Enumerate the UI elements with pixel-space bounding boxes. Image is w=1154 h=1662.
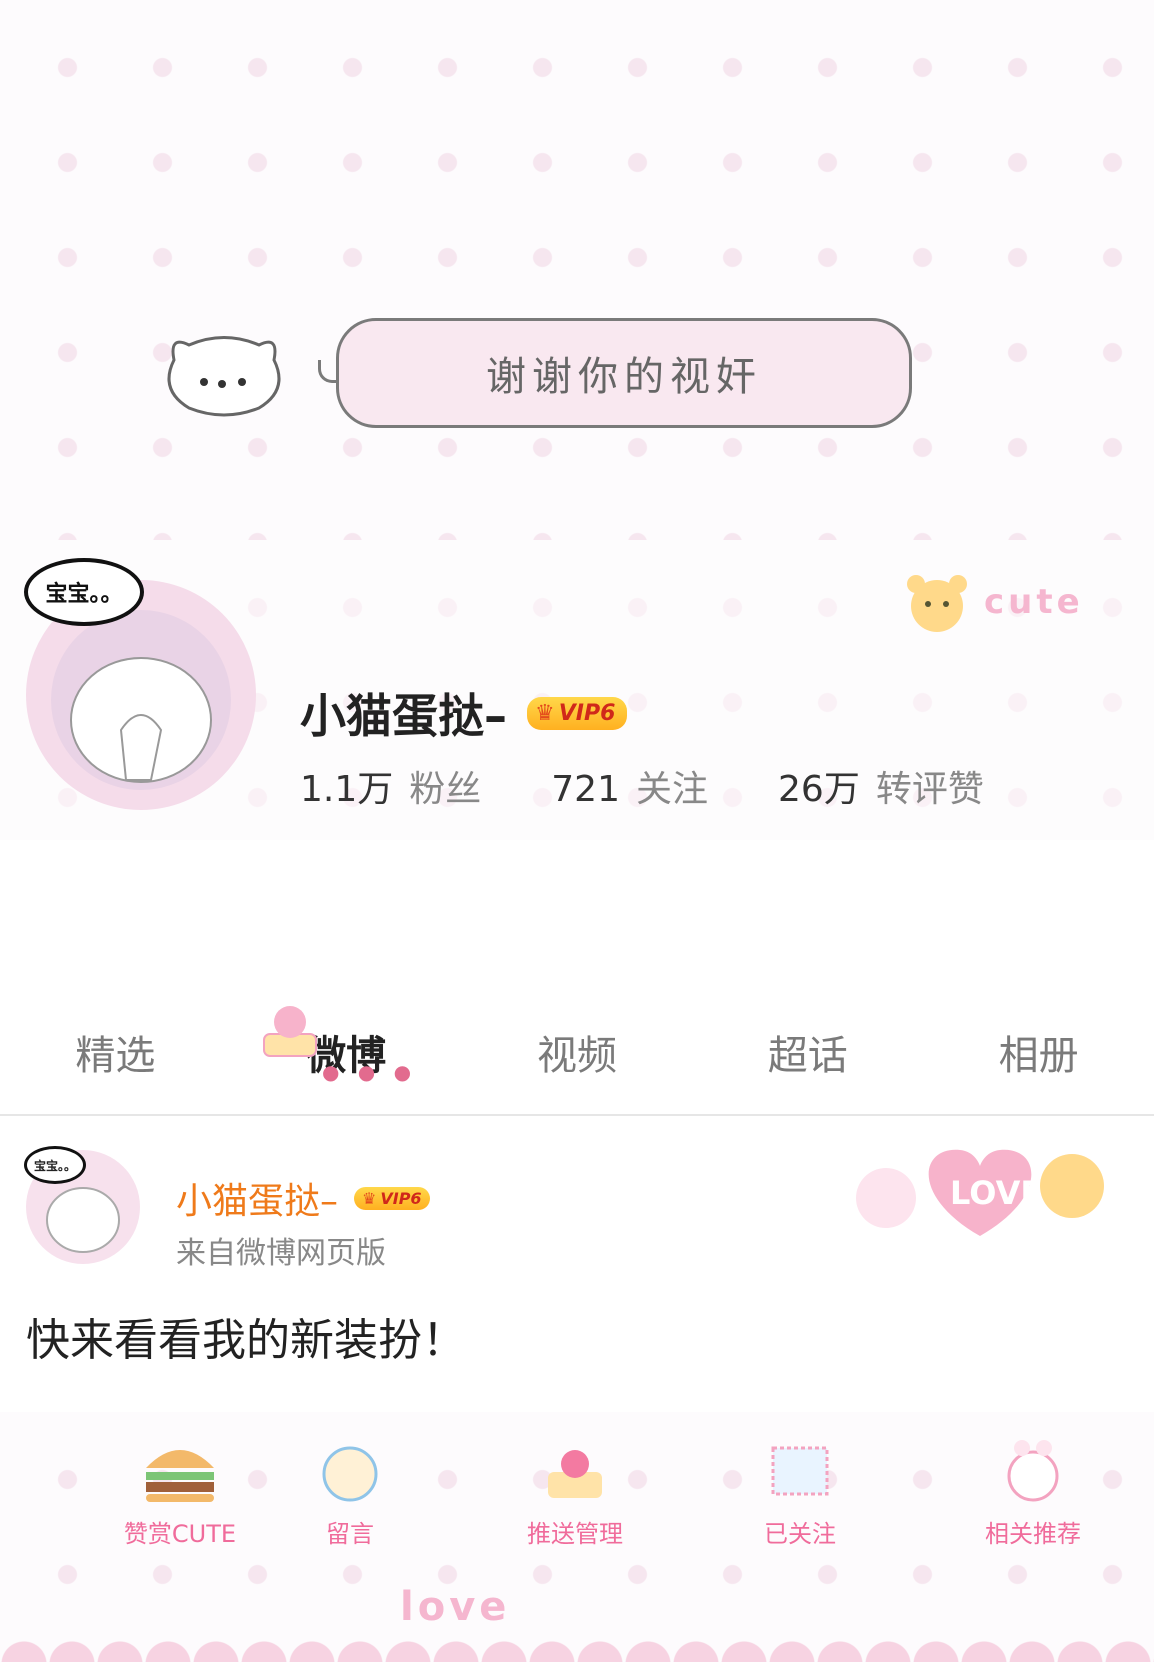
stat-followers-label: 粉丝 (409, 769, 482, 810)
love-decoration-text: love (400, 1584, 511, 1630)
crown-icon: ♛ (362, 1188, 377, 1208)
profile-tabs: 精选 微博 视频 超话 相册 (0, 990, 1154, 1116)
comment-button-label: 留言 (326, 1520, 374, 1548)
stat-followers-value: 1.1万 (300, 769, 394, 810)
post-avatar-speech-bubble: 宝宝。。 (24, 1146, 86, 1184)
stat-following-value: 721 (551, 769, 620, 810)
following-button[interactable]: 已关注 (740, 1436, 860, 1549)
profile-stats: 1.1万 粉丝 721 关注 26万 转评赞 (300, 760, 984, 812)
cute-sticker: cute (900, 570, 1084, 634)
burger-icon (146, 1450, 214, 1502)
stat-interactions-label: 转评赞 (875, 769, 984, 810)
post-author-row: 小猫蛋挞– ♛ VIP6 (176, 1172, 430, 1224)
avatar-speech-bubble: 宝宝。。 (24, 558, 144, 626)
stat-interactions[interactable]: 26万 转评赞 (778, 760, 984, 812)
post-vip-badge[interactable]: ♛ VIP6 (354, 1186, 430, 1210)
cake-icon (263, 1006, 317, 1057)
love-sticker: LOVE (850, 1136, 1110, 1250)
reward-button[interactable]: 赞赏CUTE (80, 1436, 280, 1549)
stamp-icon (771, 1446, 829, 1496)
bear-sticker-icon (907, 575, 967, 632)
cat-head-illustration (167, 336, 281, 417)
stat-followers[interactable]: 1.1万 粉丝 (300, 760, 481, 812)
bunny-icon (1007, 1440, 1059, 1502)
cute-sticker-text: cute (984, 582, 1084, 622)
cover-image (0, 0, 1154, 560)
following-button-label: 已关注 (764, 1520, 836, 1548)
profile-username: 小猫蛋挞– (300, 689, 507, 743)
love-sticker-text: LOVE (950, 1174, 1042, 1212)
comment-button[interactable]: 留言 (290, 1436, 410, 1549)
reward-button-label: 赞赏CUTE (123, 1520, 237, 1548)
tab-supertopic[interactable]: 超话 (692, 990, 923, 1114)
love-heart-icon: LOVE (856, 1149, 1104, 1236)
post-author[interactable]: 小猫蛋挞– (176, 1172, 338, 1224)
stat-following-label: 关注 (636, 769, 709, 810)
tab-album[interactable]: 相册 (923, 990, 1154, 1114)
related-button[interactable]: 相关推荐 (958, 1436, 1108, 1549)
post-text: 快来看看我的新装扮！ (26, 1315, 466, 1366)
tab-featured[interactable]: 精选 (0, 990, 231, 1114)
related-button-label: 相关推荐 (985, 1520, 1081, 1548)
push-settings-button[interactable]: 推送管理 (500, 1436, 650, 1549)
profile-username-row: 小猫蛋挞– ♛ VIP6 (300, 680, 628, 746)
vip-badge[interactable]: ♛ VIP6 (527, 696, 628, 730)
post-source: 来自微博网页版 (176, 1236, 386, 1271)
cover-speech-bubble: 谢谢你的视奸 (336, 318, 912, 428)
push-settings-button-label: 推送管理 (527, 1520, 623, 1548)
cake-push-icon (548, 1450, 602, 1498)
stat-following[interactable]: 721 关注 (551, 760, 708, 812)
comment-bear-icon (322, 1446, 378, 1502)
vip-badge-label: VIP6 (558, 700, 616, 726)
strawberry-decoration-icon: ● ● ● (322, 1060, 418, 1084)
stat-interactions-value: 26万 (778, 769, 860, 810)
crown-icon: ♛ (535, 700, 555, 726)
scallop-border (0, 1630, 1154, 1662)
post-vip-label: VIP6 (380, 1188, 422, 1208)
tab-video[interactable]: 视频 (462, 990, 693, 1114)
